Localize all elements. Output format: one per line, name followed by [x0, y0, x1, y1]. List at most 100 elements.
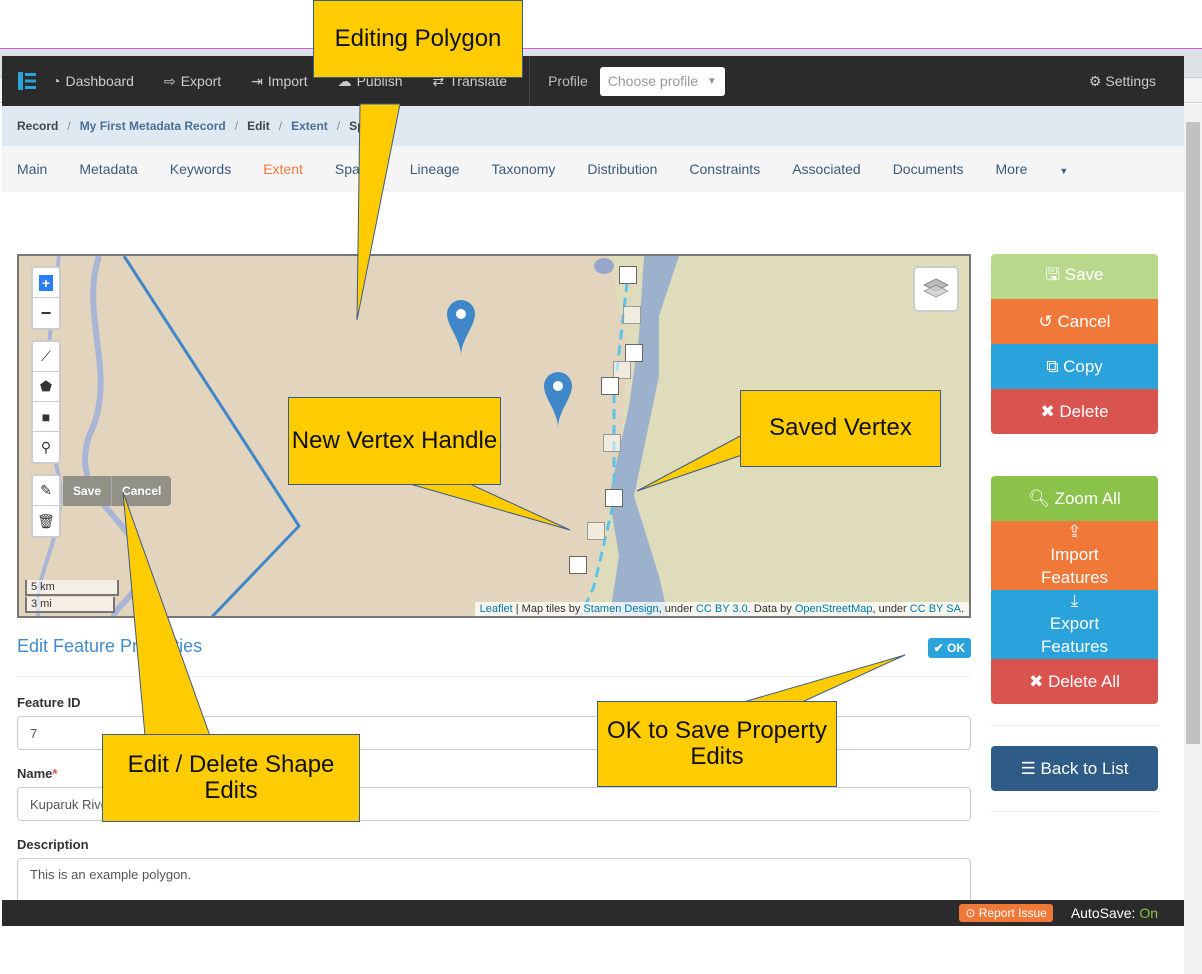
gear-icon: ⚙	[1088, 72, 1102, 89]
breadcrumb-edit[interactable]: Edit	[247, 119, 270, 133]
caret-down-icon: ▼	[706, 75, 717, 87]
edit-cancel-button[interactable]: Cancel	[112, 476, 171, 506]
record-tabs: Main Metadata Keywords Extent Spatial Li…	[2, 146, 1184, 192]
cancel-button[interactable]: ↺ Cancel	[991, 299, 1158, 344]
delete-all-button[interactable]: ✖ Delete All	[991, 659, 1158, 704]
delete-layers-button[interactable]: 🗑	[33, 506, 59, 536]
nav-import[interactable]: ⇥ Import	[251, 73, 307, 90]
new-vertex-handle[interactable]	[603, 434, 621, 452]
feature-actions: 🔍︎ Zoom All ⇪ Import Features ⤓ Export Fea…	[991, 476, 1158, 704]
ccbysa-link[interactable]: CC BY SA	[910, 603, 961, 615]
marker-1	[447, 300, 475, 356]
polyline-icon: ⟋	[41, 348, 51, 364]
marker-2	[544, 372, 572, 428]
osm-link[interactable]: OpenStreetMap	[795, 603, 873, 615]
page-scrollbar[interactable]	[1184, 104, 1202, 974]
tab-keywords[interactable]: Keywords	[170, 161, 231, 177]
polygon-outline	[122, 256, 301, 616]
tab-more[interactable]: More ▼	[996, 161, 1101, 177]
edit-save-button[interactable]: Save	[63, 476, 113, 506]
draw-polyline-button[interactable]: ⟋	[33, 342, 59, 372]
zoom-all-button[interactable]: 🔍︎ Zoom All	[991, 476, 1158, 521]
save-icon: 🖫	[1045, 265, 1065, 284]
import-icon: ⇥	[251, 72, 263, 89]
vertex-handle[interactable]	[625, 344, 643, 362]
nav-dashboard[interactable]: ◔ Dashboard	[52, 73, 134, 89]
required-icon: *	[52, 766, 58, 781]
tab-extent[interactable]: Extent	[263, 161, 303, 177]
edit-icon: ✎	[40, 482, 52, 498]
tab-distribution[interactable]: Distribution	[587, 161, 657, 177]
ccby-link[interactable]: CC BY 3.0	[696, 603, 748, 615]
draw-marker-button[interactable]: ⚲	[33, 432, 59, 462]
divider	[991, 811, 1158, 812]
vertex-handle[interactable]	[605, 489, 623, 507]
breadcrumb-extent[interactable]: Extent	[291, 119, 328, 133]
breadcrumb-record[interactable]: Record	[17, 119, 58, 133]
settings-link[interactable]: ⚙ Settings	[1089, 73, 1156, 90]
new-vertex-handle[interactable]	[587, 522, 605, 540]
zoom-out-button[interactable]: −	[33, 298, 59, 328]
divider	[991, 725, 1158, 726]
stamen-link[interactable]: Stamen Design	[583, 603, 658, 615]
breadcrumb-spatial: Spatial	[349, 119, 389, 133]
ok-button[interactable]: ✔ OK	[927, 638, 971, 658]
tab-main[interactable]: Main	[17, 161, 47, 177]
edit-toolbar: ✎ 🗑	[31, 474, 61, 538]
tab-taxonomy[interactable]: Taxonomy	[492, 161, 556, 177]
edit-layers-button[interactable]: ✎	[33, 476, 59, 506]
edit-actions: Save Cancel	[63, 476, 172, 506]
trash-icon: 🗑	[37, 512, 55, 529]
callout-saved-vertex: Saved Vertex	[740, 390, 941, 467]
dashboard-icon: ◔	[52, 73, 61, 89]
vertex-handle[interactable]	[569, 556, 587, 574]
app-logo-icon[interactable]	[18, 72, 36, 90]
footer: ⊙ Report Issue AutoSave: On	[2, 900, 1184, 926]
save-button[interactable]: 🖫 Save	[991, 254, 1158, 299]
top-navbar: ◔ Dashboard ⇨ Export ⇥ Import ☁ Publish ⇄ Tra…	[2, 56, 1184, 106]
map-marker-icon: ⚲	[40, 438, 52, 455]
form-title: Edit Feature Properties	[17, 635, 203, 656]
draw-rectangle-button[interactable]: ■	[33, 402, 59, 432]
import-features-button[interactable]: ⇪ Import Features	[991, 521, 1158, 590]
report-issue-button[interactable]: ⊙ Report Issue	[959, 904, 1053, 922]
record-actions: 🖫 Save ↺ Cancel ⧉ Copy ✖ Delete	[991, 254, 1158, 434]
tab-constraints[interactable]: Constraints	[689, 161, 760, 177]
tab-spatial[interactable]: Spatial	[335, 161, 378, 177]
draw-polygon-button[interactable]: ⬟	[33, 372, 59, 402]
tab-metadata[interactable]: Metadata	[79, 161, 137, 177]
export-features-button[interactable]: ⤓ Export Features	[991, 590, 1158, 659]
copy-icon: ⧉	[1046, 356, 1064, 376]
nav-export[interactable]: ⇨ Export	[164, 73, 221, 90]
delete-button[interactable]: ✖ Delete	[991, 389, 1158, 434]
github-icon: ⊙	[965, 906, 979, 920]
times-icon: ✖	[1029, 671, 1049, 691]
back-to-list-button[interactable]: ☰ Back to List	[991, 746, 1158, 791]
profile-select[interactable]: Choose profile ▼	[599, 66, 725, 96]
tab-documents[interactable]: Documents	[893, 161, 964, 177]
upload-icon: ⇪	[1067, 521, 1082, 541]
autosave-toggle[interactable]: On	[1139, 905, 1158, 921]
lake	[594, 258, 614, 274]
tab-lineage[interactable]: Lineage	[410, 161, 460, 177]
layers-control[interactable]	[913, 266, 959, 312]
leaflet-link[interactable]: Leaflet	[480, 603, 513, 615]
description-label: Description	[17, 837, 89, 852]
vertex-handle[interactable]	[619, 266, 637, 284]
download-icon: ⤓	[1070, 590, 1079, 610]
zoom-in-button[interactable]: +	[33, 268, 59, 298]
copy-button[interactable]: ⧉ Copy	[991, 344, 1158, 389]
scrollbar-thumb[interactable]	[1186, 122, 1200, 744]
left-river	[81, 256, 144, 616]
callout-edit-delete: Edit / Delete Shape Edits	[102, 734, 360, 822]
search-icon: 🔍︎	[1028, 488, 1055, 508]
breadcrumb-record-title[interactable]: My First Metadata Record	[80, 119, 226, 133]
zoom-control: + −	[31, 266, 61, 330]
check-icon: ✔	[933, 641, 947, 655]
list-icon: ☰	[1020, 758, 1041, 778]
new-vertex-handle[interactable]	[623, 306, 641, 324]
tab-associated[interactable]: Associated	[792, 161, 860, 177]
vertex-handle[interactable]	[601, 377, 619, 395]
map-attribution: Leaflet | Map tiles by Stamen Design, un…	[474, 602, 969, 616]
layers-icon	[923, 278, 949, 298]
